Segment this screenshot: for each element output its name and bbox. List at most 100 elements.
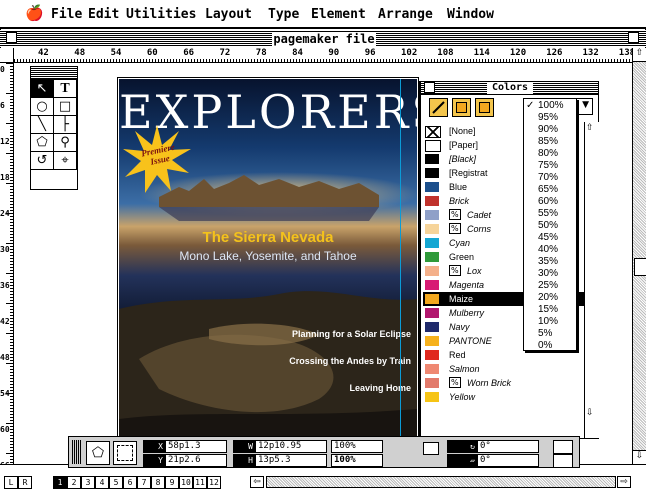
pointer-tool-icon[interactable]: ↖ bbox=[31, 80, 54, 98]
page-icon[interactable]: 5 bbox=[109, 476, 123, 489]
polygon-tool-icon[interactable]: ⬠ bbox=[31, 134, 54, 152]
page-icon[interactable]: 1 bbox=[53, 476, 67, 489]
tint-menu-item[interactable]: 70% bbox=[524, 172, 576, 184]
tint-menu-item[interactable]: 60% bbox=[524, 196, 576, 208]
master-right-page[interactable]: R bbox=[18, 476, 32, 489]
tint-menu-item[interactable]: 75% bbox=[524, 160, 576, 172]
height-field[interactable]: 13p5.3 bbox=[255, 454, 327, 467]
page-icon[interactable]: 10 bbox=[179, 476, 193, 489]
apple-menu-icon[interactable]: 🍎 bbox=[25, 4, 44, 22]
scroll-right-icon[interactable]: ⇨ bbox=[617, 476, 631, 488]
zoom-tool-icon[interactable]: ⚲ bbox=[54, 134, 77, 152]
menu-layout[interactable]: Layout bbox=[205, 7, 252, 22]
scroll-thumb[interactable] bbox=[634, 258, 646, 276]
tint-menu-item[interactable]: 55% bbox=[524, 208, 576, 220]
colors-scrollbar[interactable]: ⇧ ⇩ bbox=[584, 122, 599, 438]
crop-tool-icon[interactable]: ⌖ bbox=[54, 152, 77, 170]
tint-menu-item[interactable]: 25% bbox=[524, 280, 576, 292]
menu-element[interactable]: Element bbox=[311, 7, 366, 22]
color-name: Magenta bbox=[449, 280, 485, 290]
tint-menu-item[interactable]: 5% bbox=[524, 328, 576, 340]
page-icon[interactable]: 3 bbox=[81, 476, 95, 489]
column-guide[interactable] bbox=[400, 79, 401, 457]
x-field[interactable]: 58p1.3 bbox=[165, 440, 227, 453]
ruler-tick bbox=[10, 426, 13, 427]
fill-color-button[interactable] bbox=[452, 98, 471, 117]
tint-menu-item[interactable]: 65% bbox=[524, 184, 576, 196]
scroll-up-icon[interactable]: ⇧ bbox=[586, 123, 594, 133]
menu-type[interactable]: Type bbox=[268, 7, 299, 22]
ruler-tick bbox=[422, 59, 423, 62]
rotate-tool-icon[interactable]: ↺ bbox=[31, 152, 54, 170]
ruler-tick bbox=[257, 59, 258, 62]
skew-field[interactable]: 0° bbox=[477, 454, 539, 467]
ruler-tick bbox=[10, 315, 13, 316]
tint-menu-item[interactable]: 50% bbox=[524, 220, 576, 232]
tint-menu-item[interactable]: 35% bbox=[524, 256, 576, 268]
scroll-down-icon[interactable]: ⇩ bbox=[633, 450, 646, 464]
menu-file[interactable]: File bbox=[51, 7, 82, 22]
scroll-down-icon[interactable]: ⇩ bbox=[586, 408, 594, 418]
page-icon[interactable]: 4 bbox=[95, 476, 109, 489]
tint-menu-item[interactable]: 15% bbox=[524, 304, 576, 316]
line-tool-icon[interactable]: ╲ bbox=[31, 116, 54, 134]
rotation-field[interactable]: 0° bbox=[477, 440, 539, 453]
tint-menu-item[interactable]: 30% bbox=[524, 268, 576, 280]
perp-line-tool-icon[interactable]: ├ bbox=[54, 116, 77, 134]
proportional-scaling-icon[interactable] bbox=[423, 442, 439, 455]
ruler-tick bbox=[335, 59, 336, 62]
text-tool-icon[interactable]: T bbox=[54, 80, 77, 98]
reflect-horizontal-icon[interactable] bbox=[553, 440, 573, 454]
vertical-scrollbar[interactable]: ⇧ ⇩ bbox=[632, 48, 646, 464]
stroke-color-button[interactable] bbox=[429, 98, 448, 117]
horizontal-scrollbar[interactable] bbox=[266, 476, 616, 488]
both-color-button[interactable] bbox=[475, 98, 494, 117]
page-icon[interactable]: 2 bbox=[67, 476, 81, 489]
tint-menu-item[interactable]: 45% bbox=[524, 232, 576, 244]
ruler-origin[interactable] bbox=[0, 48, 14, 63]
ellipse-tool-icon[interactable]: ○ bbox=[31, 98, 54, 116]
color-list-item[interactable]: % Worn Brick bbox=[423, 376, 585, 390]
proxy-icon[interactable] bbox=[113, 441, 137, 465]
close-box-icon[interactable] bbox=[424, 82, 435, 93]
tint-menu-item[interactable]: 20% bbox=[524, 292, 576, 304]
scale-x-field[interactable]: 100% bbox=[331, 440, 383, 453]
toolbox-title-bar[interactable] bbox=[31, 67, 77, 80]
zoom-box-icon[interactable] bbox=[628, 32, 639, 43]
page-icon[interactable]: 8 bbox=[151, 476, 165, 489]
scroll-left-icon[interactable]: ⇦ bbox=[250, 476, 264, 488]
menu-arrange[interactable]: Arrange bbox=[378, 7, 433, 22]
reflect-vertical-icon[interactable] bbox=[553, 454, 573, 468]
tint-menu-item[interactable]: 10% bbox=[524, 316, 576, 328]
palette-drag-bar[interactable] bbox=[72, 440, 82, 464]
apply-icon[interactable]: ⬠ bbox=[86, 441, 110, 465]
menu-edit[interactable]: Edit bbox=[88, 7, 119, 22]
cover-image[interactable]: EXPLORERS Premiere Issue The Sierra Neva… bbox=[119, 79, 417, 457]
page-icon[interactable]: 12 bbox=[207, 476, 221, 489]
master-left-page[interactable]: L bbox=[4, 476, 18, 489]
ruler-tick bbox=[323, 59, 324, 62]
color-list-item[interactable]: Yellow bbox=[423, 390, 585, 404]
width-field[interactable]: 12p10.95 bbox=[255, 440, 327, 453]
scale-y-field[interactable]: 100% bbox=[331, 454, 383, 467]
scroll-up-icon[interactable]: ⇧ bbox=[633, 48, 646, 62]
page-icon[interactable]: 7 bbox=[137, 476, 151, 489]
tint-menu-item[interactable]: 85% bbox=[524, 136, 576, 148]
rect-tool-icon[interactable]: □ bbox=[54, 98, 77, 116]
menu-utilities[interactable]: Utilities bbox=[126, 7, 196, 22]
color-list-item[interactable]: Salmon bbox=[423, 362, 585, 376]
tint-menu-item[interactable]: ✓ 100% bbox=[524, 100, 576, 112]
y-field[interactable]: 21p2.6 bbox=[165, 454, 227, 467]
tint-menu-item[interactable]: 80% bbox=[524, 148, 576, 160]
close-box-icon[interactable] bbox=[6, 32, 17, 43]
page-icon[interactable]: 9 bbox=[165, 476, 179, 489]
tint-menu-item[interactable]: 40% bbox=[524, 244, 576, 256]
page-icon[interactable]: 11 bbox=[193, 476, 207, 489]
tint-menu-item[interactable]: 0% bbox=[524, 340, 576, 352]
page-icon[interactable]: 6 bbox=[123, 476, 137, 489]
ruler-tick bbox=[230, 59, 231, 62]
ruler-tick bbox=[533, 59, 534, 62]
menu-window[interactable]: Window bbox=[447, 7, 494, 22]
tint-menu-item[interactable]: 95% bbox=[524, 112, 576, 124]
tint-menu-item[interactable]: 90% bbox=[524, 124, 576, 136]
